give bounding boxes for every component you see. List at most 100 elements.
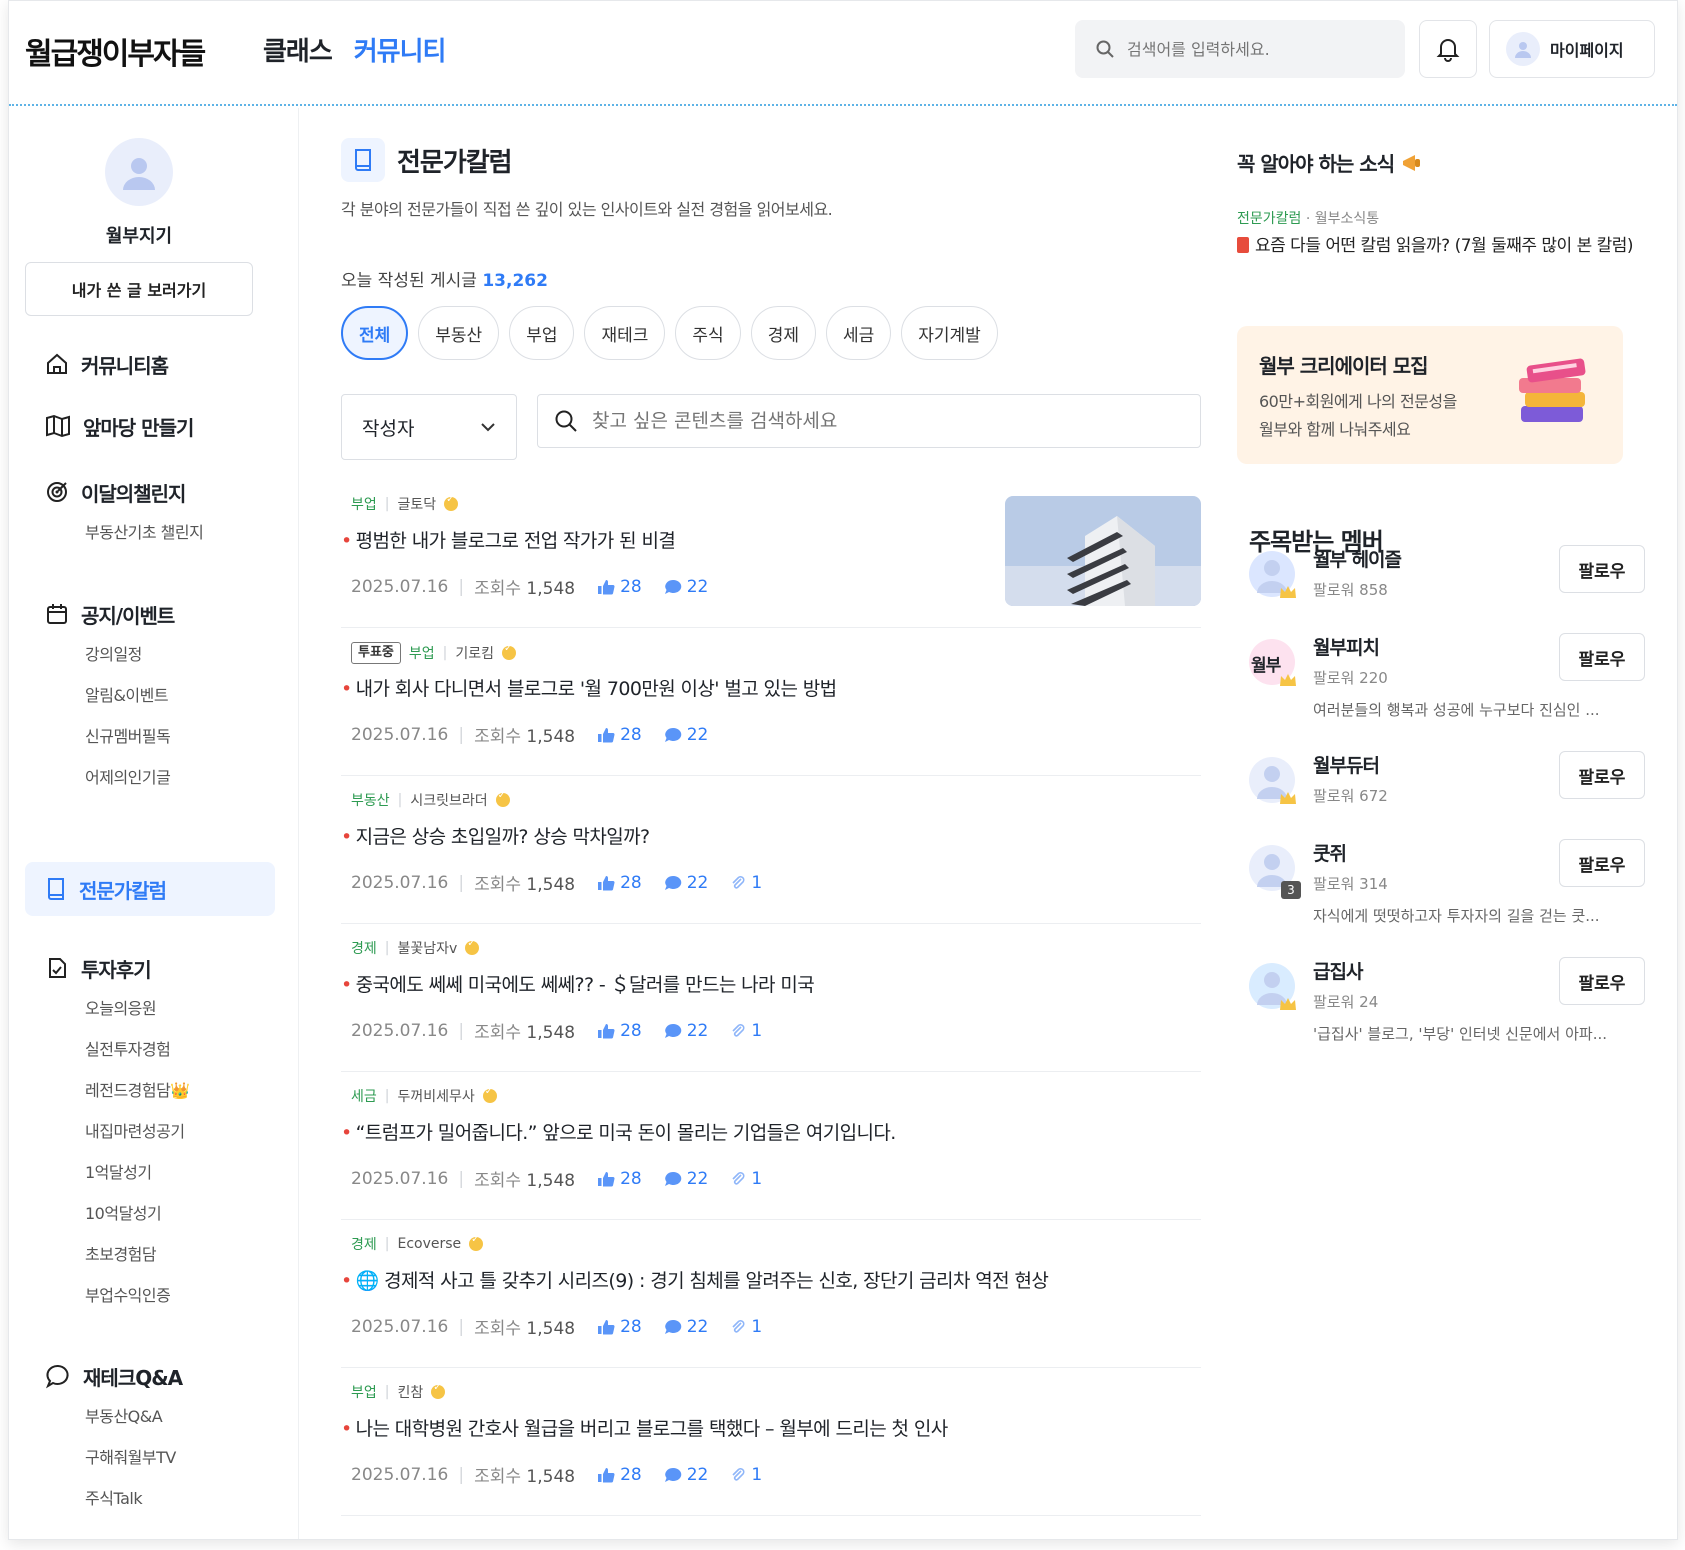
sidebar-sub-item[interactable]: 구해줘월부TV [25, 1437, 275, 1478]
sidebar-sub-item[interactable]: 오늘의응원 [25, 988, 275, 1029]
sidebar-sub-item[interactable]: 실전투자경험 [25, 1029, 275, 1070]
member-avatar[interactable] [1249, 963, 1296, 1010]
sidebar-sub-item[interactable]: 알림&이벤트 [25, 675, 275, 716]
creator-banner[interactable]: 월부 크리에이터 모집 60만+회원에게 나의 전문성을 월부와 함께 나눠주세… [1237, 326, 1623, 464]
notification-button[interactable] [1419, 20, 1477, 78]
logo[interactable]: 월급쟁이부자들 [25, 29, 206, 73]
like-count[interactable]: 28 [597, 725, 642, 745]
post-title[interactable]: 평범한 내가 블로그로 전업 작가가 된 비결 [341, 526, 676, 553]
post-title[interactable]: 🌐 경제적 사고 틀 갖추기 시리즈(9) : 경기 침체를 알려주는 신호, … [341, 1266, 1049, 1293]
sidebar-sub-item[interactable]: 부동산Q&A [25, 1396, 275, 1437]
member-avatar[interactable] [1249, 757, 1296, 804]
member-avatar[interactable]: 월부 [1249, 639, 1296, 686]
chip-economy[interactable]: 경제 [750, 306, 816, 360]
post-row[interactable]: 경제 | Ecoverse 🌐 경제적 사고 틀 갖추기 시리즈(9) : 경기 침체… [341, 1220, 1201, 1368]
chip-side-job[interactable]: 부업 [509, 306, 575, 360]
attachment-count[interactable]: 1 [730, 873, 762, 893]
member-name[interactable]: 월부 헤이즐 [1313, 545, 1402, 572]
post-author[interactable]: 글토닥 [397, 494, 436, 514]
author-filter-select[interactable]: 작성자 [341, 394, 517, 460]
sidebar-sub-item[interactable]: 10억달성기 [25, 1193, 275, 1234]
attachment-count[interactable]: 1 [730, 1169, 762, 1189]
sidebar-sub-item[interactable]: 부동산기초 챌린지 [25, 512, 275, 553]
chip-stock[interactable]: 주식 [675, 306, 741, 360]
sidebar-sub-item[interactable]: 부업수익인증 [25, 1275, 275, 1316]
post-author[interactable]: 시크릿브라더 [410, 790, 487, 810]
sidebar-sub-item[interactable]: 레전드경험담👑 [25, 1070, 275, 1111]
post-author[interactable]: 불꽃남자v [397, 938, 457, 958]
like-count[interactable]: 28 [597, 1317, 642, 1337]
post-title[interactable]: 내가 회사 다니면서 블로그로 '월 700만원 이상' 벌고 있는 방법 [341, 674, 838, 701]
post-title[interactable]: “트럼프가 밀어줍니다.” 앞으로 미국 돈이 몰리는 기업들은 여기입니다. [341, 1118, 897, 1145]
sidebar-sub-item[interactable]: 강의일정 [25, 634, 275, 675]
post-row[interactable]: 부업 | 킨참나는 대학병원 간호사 월급을 버리고 블로그를 택했다 – 월부에 … [341, 1368, 1201, 1516]
comment-count[interactable]: 22 [664, 725, 708, 745]
chip-real-estate[interactable]: 부동산 [418, 306, 500, 360]
profile-avatar-icon[interactable] [105, 138, 173, 206]
my-posts-button[interactable]: 내가 쓴 글 보러가기 [25, 262, 253, 316]
member-name[interactable]: 월부듀터 [1313, 751, 1380, 778]
follow-button[interactable]: 팔로우 [1559, 545, 1645, 593]
sidebar-item-qna[interactable]: 재테크Q&A [25, 1356, 275, 1396]
sidebar-item-investment-review[interactable]: 투자후기 [25, 948, 275, 988]
comment-count[interactable]: 22 [664, 1465, 708, 1485]
like-count[interactable]: 28 [597, 577, 642, 597]
comment-count[interactable]: 22 [664, 1021, 708, 1041]
comment-count[interactable]: 22 [664, 1169, 708, 1189]
nav-community[interactable]: 커뮤니티 [354, 31, 447, 68]
post-row[interactable]: 세금 | 두꺼비세무사 “트럼프가 밀어줍니다.” 앞으로 미국 돈이 몰리는 기업들… [341, 1072, 1201, 1220]
sidebar-sub-item[interactable]: 신규멤버필독 [25, 716, 275, 757]
post-author[interactable]: Ecoverse [397, 1236, 461, 1252]
header-search-input[interactable] [1127, 39, 1377, 59]
chip-self-development[interactable]: 자기계발 [901, 306, 998, 360]
member-name[interactable]: 월부피치 [1313, 633, 1380, 660]
follow-button[interactable]: 팔로우 [1559, 957, 1645, 1005]
post-row[interactable]: 경제 | 불꽃남자v 중국에도 쎄쎄 미국에도 쎄쎄?? - ＄달러를 만드는 나라 … [341, 924, 1201, 1072]
comment-count[interactable]: 22 [664, 1317, 708, 1337]
member-avatar[interactable]: 3 [1249, 845, 1301, 899]
attachment-count[interactable]: 1 [730, 1021, 762, 1041]
post-author[interactable]: 기로킴 [455, 643, 494, 663]
sidebar-sub-item[interactable]: 어제의인기글 [25, 757, 275, 798]
sidebar-sub-item[interactable]: 주식Talk [25, 1478, 275, 1519]
header-search[interactable] [1075, 20, 1405, 78]
chip-all[interactable]: 전체 [341, 306, 409, 360]
sidebar-item-monthly-challenge[interactable]: 이달의챌린지 [25, 472, 275, 512]
sidebar-item-community-home[interactable]: 커뮤니티홈 [25, 344, 275, 384]
comment-count[interactable]: 22 [664, 577, 708, 597]
attachment-count[interactable]: 1 [730, 1465, 762, 1485]
chip-finance[interactable]: 재테크 [584, 306, 666, 360]
nav-class[interactable]: 클래스 [263, 31, 333, 68]
post-author[interactable]: 킨참 [397, 1382, 423, 1402]
news-link[interactable]: 요즘 다들 어떤 칼럼 읽을까? (7월 둘째주 많이 본 칼럼) [1237, 232, 1637, 260]
sidebar-item-expert-column[interactable]: 전문가칼럼 [25, 862, 275, 916]
content-search[interactable] [537, 394, 1201, 448]
sidebar-item-notice-event[interactable]: 공지/이벤트 [25, 594, 275, 634]
post-row[interactable]: 부동산 | 시크릿브라더지금은 상승 초입일까? 상승 막차일까? 2025.07.1… [341, 776, 1201, 924]
post-title[interactable]: 나는 대학병원 간호사 월급을 버리고 블로그를 택했다 – 월부에 드리는 첫… [341, 1414, 949, 1441]
like-count[interactable]: 28 [597, 1465, 642, 1485]
mypage-button[interactable]: 마이페이지 [1489, 20, 1655, 78]
like-count[interactable]: 28 [597, 1169, 642, 1189]
sidebar-sub-item[interactable]: 초보경험담 [25, 1234, 275, 1275]
member-avatar[interactable] [1249, 551, 1296, 598]
comment-count[interactable]: 22 [664, 873, 708, 893]
member-name[interactable]: 급집사 [1313, 957, 1363, 984]
sidebar-sub-item[interactable]: 1억달성기 [25, 1152, 275, 1193]
post-thumbnail[interactable] [1005, 496, 1201, 606]
post-author[interactable]: 두꺼비세무사 [397, 1086, 474, 1106]
like-count[interactable]: 28 [597, 1021, 642, 1041]
post-title[interactable]: 중국에도 쎄쎄 미국에도 쎄쎄?? - ＄달러를 만드는 나라 미국 [341, 970, 815, 997]
attachment-count[interactable]: 1 [730, 1317, 762, 1337]
content-search-input[interactable] [592, 410, 1152, 432]
like-count[interactable]: 28 [597, 873, 642, 893]
follow-button[interactable]: 팔로우 [1559, 633, 1645, 681]
sidebar-sub-item[interactable]: 내집마련성공기 [25, 1111, 275, 1152]
post-row[interactable]: 투표중 부업 | 기로킴내가 회사 다니면서 블로그로 '월 700만원 이상' 벌고… [341, 628, 1201, 776]
post-row[interactable]: 부업 | 글토닥평범한 내가 블로그로 전업 작가가 된 비결 2025.07.16 |… [341, 480, 1201, 628]
sidebar-item-front-yard[interactable]: 앞마당 만들기 [25, 406, 275, 446]
follow-button[interactable]: 팔로우 [1559, 751, 1645, 799]
follow-button[interactable]: 팔로우 [1559, 839, 1645, 887]
chip-tax[interactable]: 세금 [825, 306, 892, 360]
member-name[interactable]: 쿳쥐 [1313, 839, 1347, 866]
